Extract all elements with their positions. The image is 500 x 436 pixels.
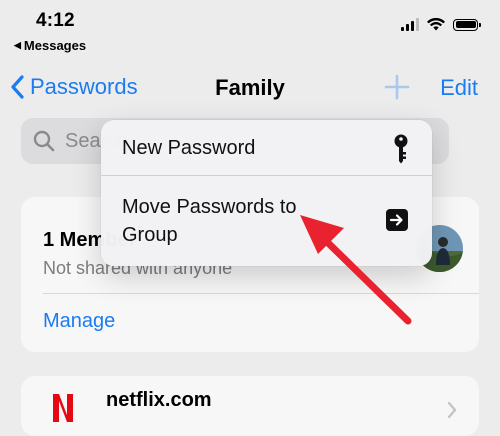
arrow-right-square-icon xyxy=(386,209,408,231)
menu-item-move-passwords[interactable]: Move Passwords to Group xyxy=(101,175,432,266)
manage-button[interactable]: Manage xyxy=(43,310,115,333)
list-item-label: netflix.com xyxy=(106,389,212,411)
context-menu: New Password Move Passwords to Group xyxy=(101,120,432,266)
menu-item-label: Move Passwords to Group xyxy=(122,196,297,246)
plus-icon xyxy=(384,74,410,100)
menu-item-new-password[interactable]: New Password xyxy=(101,120,432,175)
status-time: 4:12 xyxy=(36,10,75,31)
list-item[interactable]: netflix.com xyxy=(21,376,479,436)
netflix-logo-icon xyxy=(53,394,73,422)
page-title: Family xyxy=(215,75,285,100)
key-icon xyxy=(394,134,408,164)
cellular-signal-icon xyxy=(401,18,419,31)
add-button[interactable] xyxy=(384,74,410,105)
back-triangle-icon: ◀ xyxy=(14,40,21,50)
menu-item-label: New Password xyxy=(122,137,256,159)
battery-icon xyxy=(453,18,481,31)
wifi-icon xyxy=(427,18,445,31)
search-icon xyxy=(33,130,55,152)
status-back-label: Messages xyxy=(23,38,87,53)
divider xyxy=(43,293,479,294)
status-back-to-app[interactable]: ◀ Messages xyxy=(14,38,86,53)
status-icons xyxy=(401,18,481,31)
chevron-right-icon xyxy=(447,402,457,418)
edit-button[interactable]: Edit xyxy=(440,75,478,101)
